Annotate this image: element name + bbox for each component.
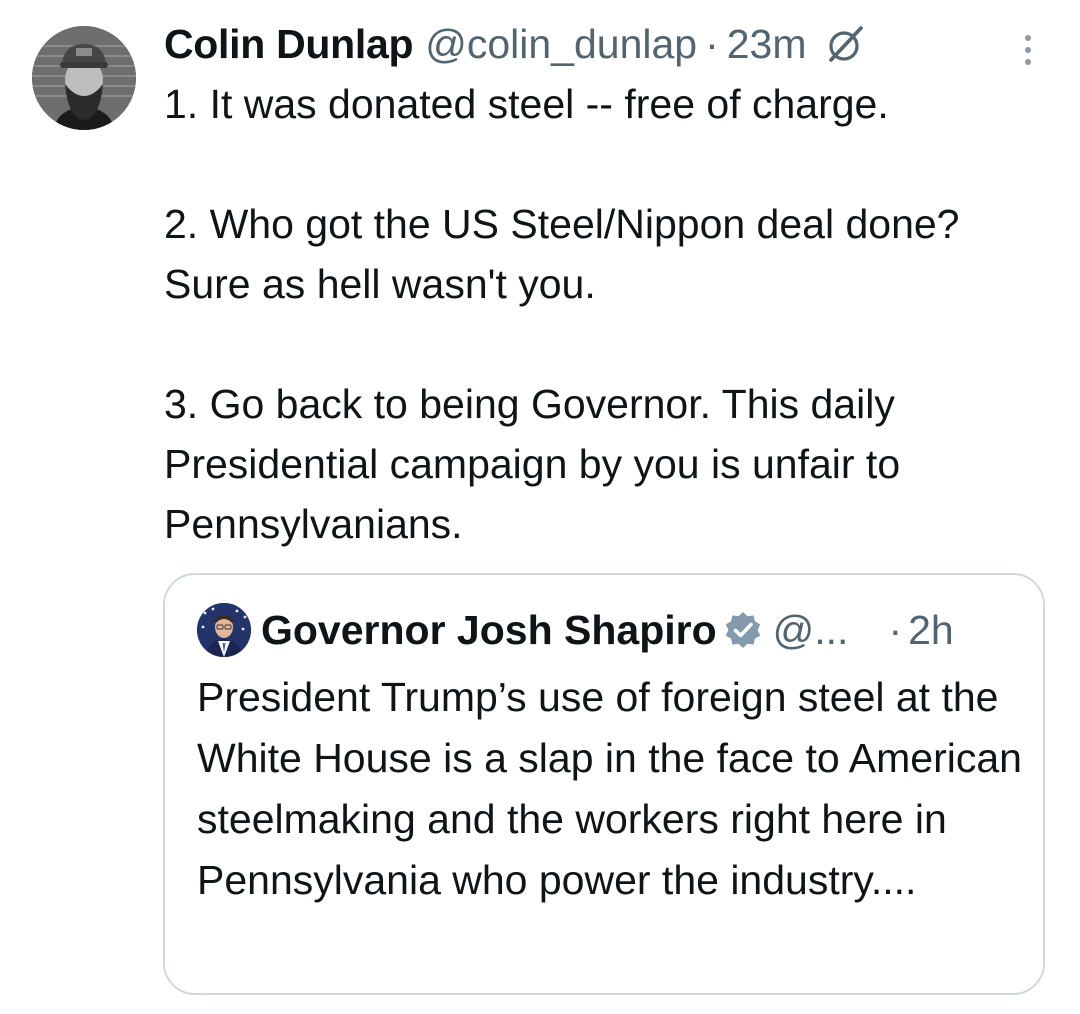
author-display-name[interactable]: Colin Dunlap <box>164 21 414 68</box>
tweet-paragraph: 3. Go back to being Governor. This daily… <box>164 381 901 547</box>
tweet-paragraph: 2. Who got the US Steel/Nippon deal done… <box>164 201 960 307</box>
quoted-author-handle[interactable]: @... <box>773 607 849 654</box>
tweet-paragraph: 1. It was donated steel -- free of charg… <box>164 81 889 127</box>
author-avatar[interactable] <box>32 26 136 130</box>
quoted-header-separator: · <box>888 606 903 653</box>
tweet-timestamp[interactable]: 23m <box>727 21 807 68</box>
quoted-tweet-timestamp[interactable]: 2h <box>908 607 954 654</box>
quoted-tweet-card[interactable]: Governor Josh Shapiro @... · 2h Presiden… <box>163 573 1045 995</box>
tweet-text: 1. It was donated steel -- free of charg… <box>164 74 1044 554</box>
header-separator: · <box>705 20 719 67</box>
verified-badge-icon[interactable] <box>723 610 763 650</box>
author-handle[interactable]: @colin_dunlap <box>425 21 697 68</box>
quoted-author-display-name[interactable]: Governor Josh Shapiro <box>261 607 717 654</box>
grok-icon[interactable] <box>823 22 867 66</box>
quoted-tweet-header: Governor Josh Shapiro @... · 2h <box>197 601 954 659</box>
quoted-author-avatar[interactable] <box>197 603 251 657</box>
quoted-tweet-text: President Trump’s use of foreign steel a… <box>197 674 1022 903</box>
tweet-header: Colin Dunlap @colin_dunlap · 23m <box>164 14 867 74</box>
more-options-icon[interactable] <box>1016 30 1040 70</box>
